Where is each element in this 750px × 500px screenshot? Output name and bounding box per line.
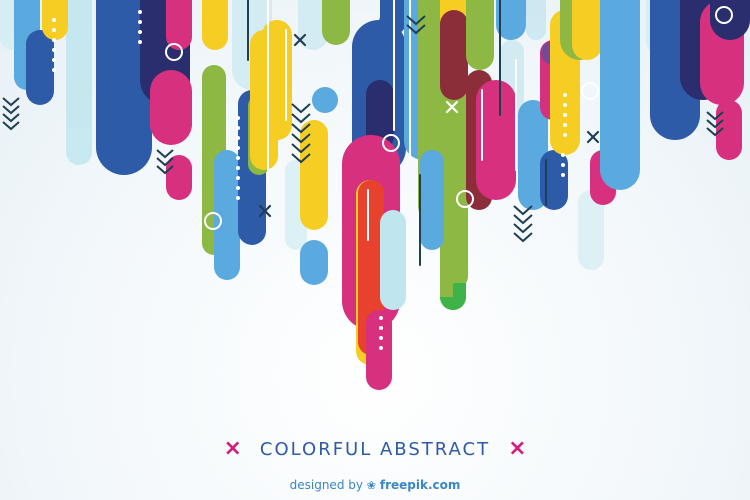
abstract-art (0, 0, 750, 390)
freepik-logo-icon: ❀ (366, 479, 377, 492)
credit-brand: freepik.com (379, 478, 461, 492)
right-center-bars (466, 0, 640, 210)
title-row: × COLORFUL ABSTRACT × (0, 438, 750, 460)
page-title: COLORFUL ABSTRACT (259, 438, 491, 460)
left-center-bars (202, 0, 350, 285)
left-bars (14, 0, 192, 200)
center-bars (342, 0, 468, 390)
title-left-x-mark: × (223, 436, 242, 461)
title-right-x-mark: × (508, 436, 527, 461)
credit-prefix: designed by (289, 478, 363, 492)
right-bars (650, 0, 750, 160)
credit-line: designed by ❀ freepik.com (0, 478, 750, 492)
